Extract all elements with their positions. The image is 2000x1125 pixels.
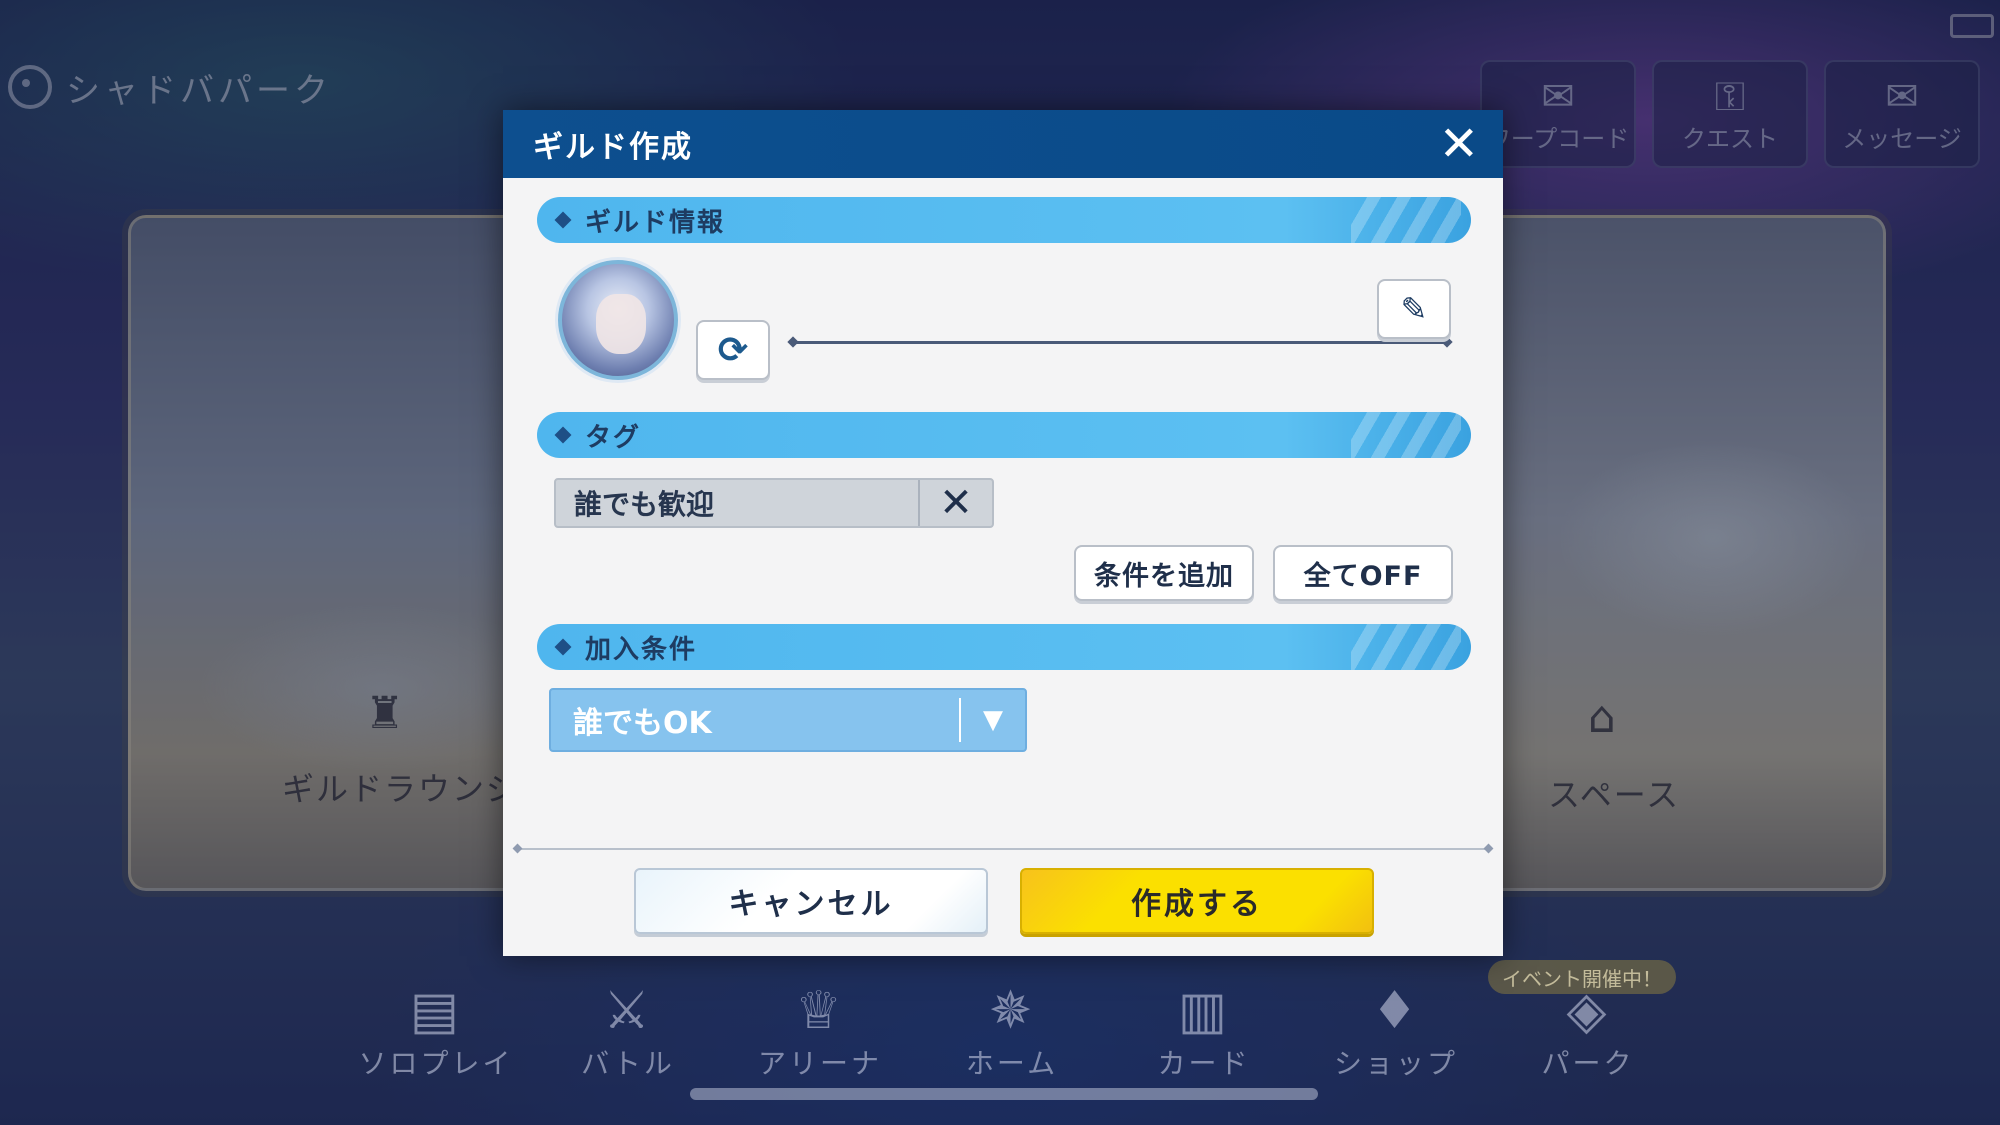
event-badge: イベント開催中！ bbox=[1488, 960, 1676, 994]
divider bbox=[517, 848, 1489, 850]
guild-emblem-avatar[interactable] bbox=[558, 260, 678, 380]
home-indicator[interactable] bbox=[690, 1088, 1318, 1100]
nav-battle-label: バトル bbox=[581, 1047, 675, 1080]
section-stripes bbox=[1351, 412, 1461, 458]
cards-icon: ▥ bbox=[1177, 981, 1231, 1041]
tag-chip-label: 誰でも歓迎 bbox=[574, 488, 715, 521]
cancel-button[interactable]: キャンセル bbox=[634, 868, 988, 934]
dialog-title: ギルド作成 bbox=[533, 130, 693, 165]
nav-park-label: パーク bbox=[1541, 1047, 1635, 1080]
refresh-emblem-button[interactable]: ⟳ bbox=[696, 320, 770, 380]
refresh-icon: ⟳ bbox=[717, 329, 749, 371]
nav-arena-label: アリーナ bbox=[757, 1047, 882, 1080]
nav-park[interactable]: ◈ パーク bbox=[1492, 980, 1684, 1090]
add-condition-button[interactable]: 条件を追加 bbox=[1074, 545, 1254, 601]
nav-card-label: カード bbox=[1157, 1047, 1251, 1080]
compass-icon: ✵ bbox=[988, 981, 1036, 1041]
nav-battle[interactable]: ⚔ バトル bbox=[532, 980, 724, 1090]
bottom-nav: ▤ ソロプレイ ⚔ バトル ♕ アリーナ ✵ ホーム ▥ カード ♦ ショップ … bbox=[340, 980, 1684, 1090]
nav-card[interactable]: ▥ カード bbox=[1108, 980, 1300, 1090]
nav-arena[interactable]: ♕ アリーナ bbox=[724, 980, 916, 1090]
tag-chip: 誰でも歓迎 ✕ bbox=[554, 478, 994, 528]
guild-name-field[interactable] bbox=[793, 341, 1447, 344]
nav-shop-label: ショップ bbox=[1333, 1047, 1458, 1080]
section-guild-info-label: ギルド情報 bbox=[585, 207, 726, 238]
section-tags-label: タグ bbox=[585, 422, 642, 453]
pencil-icon: ✎ bbox=[1400, 290, 1428, 328]
section-tags: タグ bbox=[537, 412, 1471, 458]
trophy-icon: ♕ bbox=[795, 981, 845, 1041]
section-join-conditions-label: 加入条件 bbox=[585, 634, 698, 665]
chevron-down-icon: ▼ bbox=[959, 698, 1025, 742]
diamond-icon bbox=[554, 426, 572, 444]
join-condition-value: 誰でもOK bbox=[573, 706, 712, 741]
nav-solo-play[interactable]: ▤ ソロプレイ bbox=[340, 980, 532, 1090]
nav-shop[interactable]: ♦ ショップ bbox=[1300, 980, 1492, 1090]
remove-tag-icon[interactable]: ✕ bbox=[918, 480, 992, 526]
section-guild-info: ギルド情報 bbox=[537, 197, 1471, 243]
shop-icon: ♦ bbox=[1371, 981, 1421, 1041]
diamond-icon bbox=[554, 638, 572, 656]
solo-play-icon: ▤ bbox=[409, 981, 463, 1041]
nav-home-label: ホーム bbox=[965, 1047, 1059, 1080]
diamond-icon bbox=[554, 211, 572, 229]
section-stripes bbox=[1351, 197, 1461, 243]
close-icon[interactable]: ✕ bbox=[1439, 120, 1479, 168]
dialog-header: ギルド作成 ✕ bbox=[503, 110, 1503, 178]
nav-solo-play-label: ソロプレイ bbox=[358, 1047, 514, 1080]
create-button[interactable]: 作成する bbox=[1020, 868, 1374, 934]
join-condition-select[interactable]: 誰でもOK ▼ bbox=[549, 688, 1027, 752]
nav-home[interactable]: ✵ ホーム bbox=[916, 980, 1108, 1090]
edit-name-button[interactable]: ✎ bbox=[1377, 279, 1451, 339]
crossed-swords-icon: ⚔ bbox=[603, 981, 653, 1041]
section-join-conditions: 加入条件 bbox=[537, 624, 1471, 670]
section-stripes bbox=[1351, 624, 1461, 670]
guild-create-dialog: ギルド作成 ✕ ギルド情報 ⟳ ✎ タグ 誰でも歓迎 ✕ 条件を追加 全てOFF… bbox=[503, 110, 1503, 956]
all-off-button[interactable]: 全てOFF bbox=[1273, 545, 1453, 601]
